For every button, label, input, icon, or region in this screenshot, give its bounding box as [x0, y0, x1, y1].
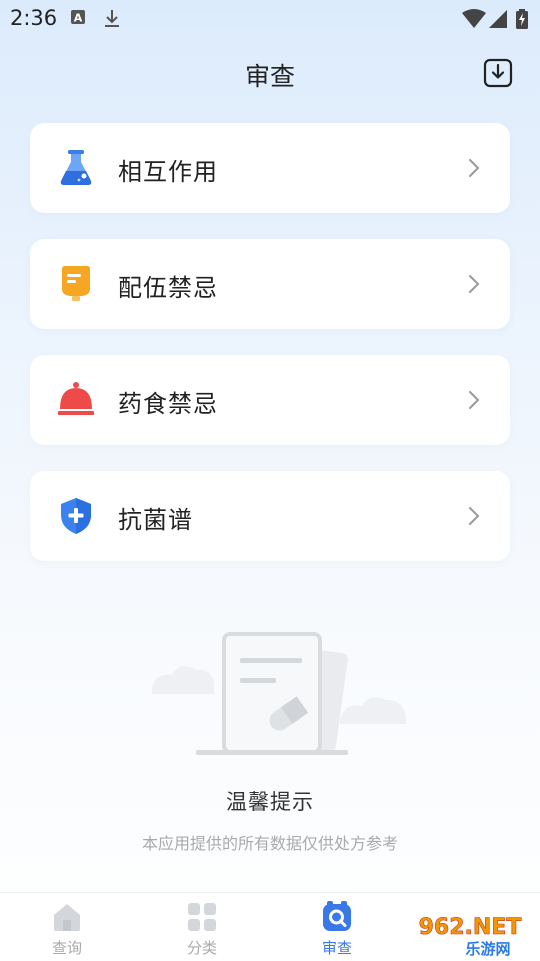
tab-label: 分类: [186, 939, 217, 957]
chevron-right-icon: [469, 275, 480, 293]
status-bar: 2:36 A: [0, 0, 540, 36]
battery-charging-icon: [516, 9, 528, 29]
wifi-icon: [462, 9, 486, 28]
empty-state-illustration: [152, 632, 406, 755]
keyboard-a-icon: A: [71, 10, 85, 25]
tab-review[interactable]: 审查: [287, 893, 387, 961]
grid-icon: [188, 903, 216, 931]
flask-icon: [60, 150, 92, 185]
tab-label: 审查: [321, 939, 352, 957]
tab-label: 查询: [51, 939, 82, 957]
card-compatibility[interactable]: 配伍禁忌: [30, 239, 510, 329]
bell-cover-icon: [58, 382, 94, 415]
card-antibacterial[interactable]: 抗菌谱: [30, 471, 510, 561]
empty-state-title: 温馨提示: [226, 790, 314, 814]
card-label: 相互作用: [118, 158, 218, 186]
tab-query[interactable]: 查询: [17, 893, 117, 961]
tab-category[interactable]: 分类: [152, 893, 252, 961]
svg-text:乐游网: 乐游网: [465, 940, 510, 958]
card-label: 药食禁忌: [118, 390, 218, 418]
download-icon: [105, 10, 119, 27]
page-title: 审查: [244, 62, 295, 91]
chevron-right-icon: [469, 391, 480, 409]
shield-plus-icon: [61, 498, 91, 534]
download-box-icon[interactable]: [483, 57, 513, 89]
card-food-drug[interactable]: 药食禁忌: [30, 355, 510, 445]
review-icon: [323, 901, 351, 931]
cell-signal-icon: [489, 10, 507, 28]
chevron-right-icon: [469, 159, 480, 177]
empty-state-subtitle: 本应用提供的所有数据仅供处方参考: [141, 834, 398, 853]
svg-text:962.NET: 962.NET: [419, 915, 522, 940]
card-label: 配伍禁忌: [118, 274, 218, 302]
chevron-right-icon: [469, 507, 480, 525]
status-time: 2:36: [10, 6, 58, 30]
svg-text:A: A: [74, 12, 83, 25]
card-label: 抗菌谱: [118, 506, 193, 534]
home-icon: [54, 904, 80, 931]
watermark-logo: 962.NET 乐游网: [402, 914, 538, 958]
infusion-bag-icon: [62, 266, 90, 301]
card-interaction[interactable]: 相互作用: [30, 123, 510, 213]
